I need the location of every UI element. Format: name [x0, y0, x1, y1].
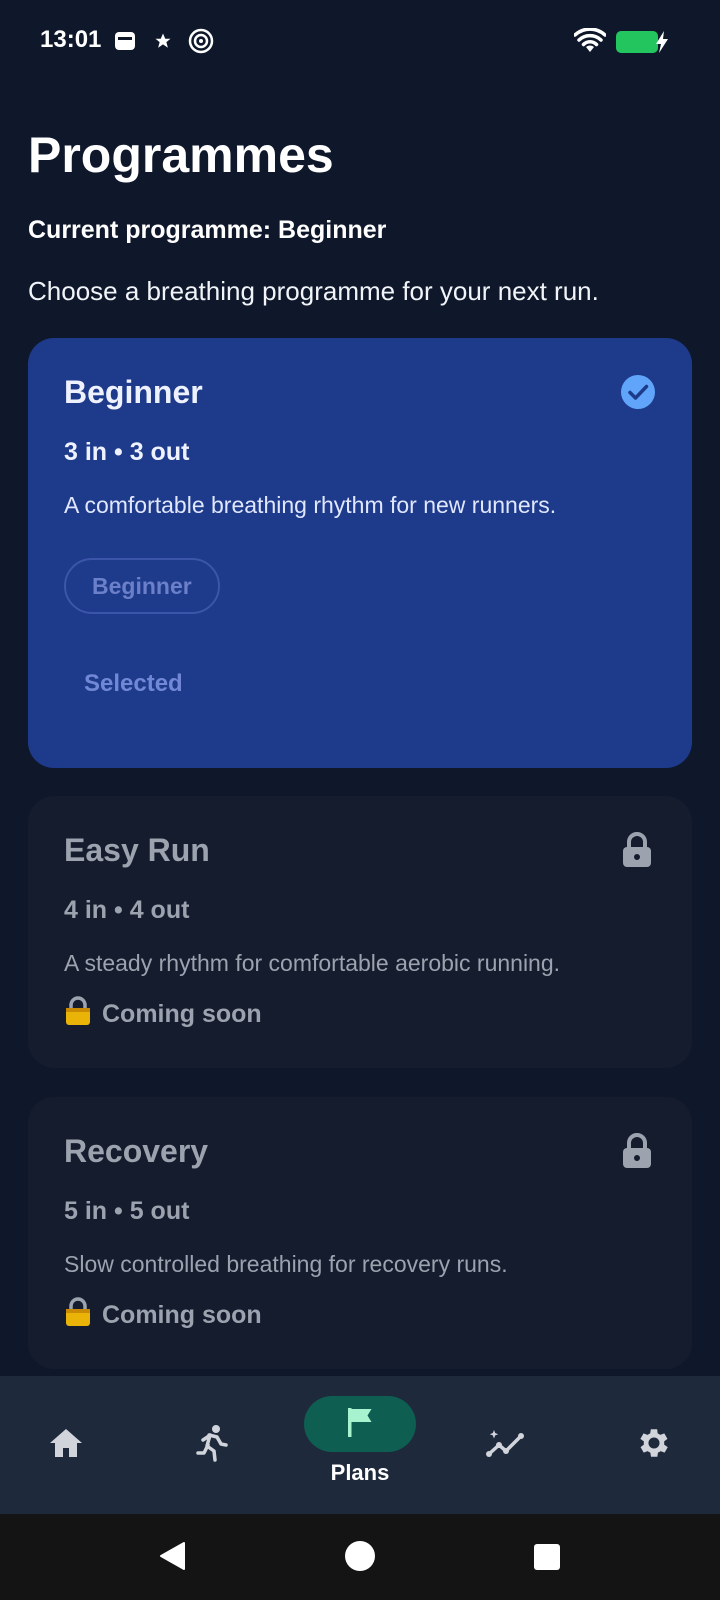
level-chip: Beginner	[64, 558, 220, 614]
bolt-icon	[654, 30, 670, 59]
plans-active-pill	[304, 1396, 416, 1452]
system-nav-bar	[0, 1514, 720, 1600]
gear-icon	[635, 1424, 673, 1467]
lock-icon	[622, 832, 652, 873]
current-programme-label: Current programme: Beginner	[28, 216, 387, 244]
programme-title: Recovery	[64, 1133, 209, 1169]
back-icon[interactable]	[158, 1540, 186, 1577]
coming-soon-status: Coming soon	[64, 996, 262, 1033]
star-icon	[154, 32, 172, 55]
nav-plans[interactable]: Plans	[300, 1376, 420, 1514]
sim-card-icon	[114, 28, 136, 59]
programme-description: Slow controlled breathing for recovery r…	[64, 1251, 508, 1277]
nav-settings[interactable]	[614, 1376, 694, 1514]
coming-soon-label: Coming soon	[102, 1000, 262, 1028]
programme-card-recovery[interactable]: Recovery 5 in • 5 out Slow controlled br…	[28, 1097, 692, 1369]
coming-soon-status: Coming soon	[64, 1297, 262, 1334]
nav-home[interactable]	[26, 1376, 106, 1514]
nav-insights[interactable]	[466, 1376, 546, 1514]
programme-card-easy-run[interactable]: Easy Run 4 in • 4 out A steady rhythm fo…	[28, 796, 692, 1068]
status-bar: 13:01	[0, 0, 720, 84]
check-circle-icon	[620, 374, 656, 415]
status-time: 13:01	[40, 26, 102, 53]
programme-description: A steady rhythm for comfortable aerobic …	[64, 950, 561, 976]
lock-emoji-icon	[64, 996, 92, 1033]
programme-rhythm: 3 in • 3 out	[64, 438, 190, 466]
nav-plans-label: Plans	[330, 1460, 390, 1485]
nfc-icon	[188, 28, 214, 59]
page-subtitle: Choose a breathing programme for your ne…	[28, 276, 599, 306]
programme-title: Easy Run	[64, 832, 210, 868]
nav-run[interactable]	[172, 1376, 252, 1514]
wifi-icon	[573, 27, 607, 59]
programme-rhythm: 5 in • 5 out	[64, 1197, 190, 1225]
bottom-nav: Plans	[0, 1376, 720, 1514]
home-icon	[48, 1426, 84, 1465]
programmes-screen: 13:01 Programmes Current programme: Begi…	[0, 0, 720, 1600]
lock-icon	[622, 1133, 652, 1174]
programme-card-beginner[interactable]: Beginner 3 in • 3 out A comfortable brea…	[28, 338, 692, 768]
programme-title: Beginner	[64, 374, 203, 410]
sparkline-icon	[486, 1427, 526, 1464]
recents-icon[interactable]	[534, 1544, 560, 1570]
lock-emoji-icon	[64, 1297, 92, 1334]
programme-rhythm: 4 in • 4 out	[64, 896, 190, 924]
programme-description: A comfortable breathing rhythm for new r…	[64, 492, 557, 518]
selected-button[interactable]: Selected	[64, 654, 203, 714]
home-button-icon[interactable]	[345, 1541, 375, 1571]
battery-charging-icon	[616, 31, 658, 53]
page-title: Programmes	[28, 127, 334, 183]
coming-soon-label: Coming soon	[102, 1301, 262, 1329]
running-icon	[195, 1424, 229, 1467]
flag-icon	[346, 1406, 374, 1443]
